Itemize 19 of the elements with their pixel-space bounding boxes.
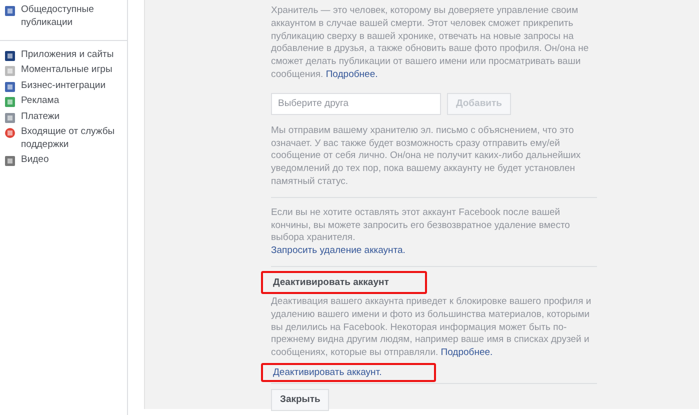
close-button[interactable]: Закрыть <box>271 388 330 411</box>
sidebar-item[interactable]: Платежи <box>4 110 127 124</box>
sidebar-item[interactable]: Бизнес-интеграции <box>4 80 127 92</box>
sidebar-item[interactable]: Общедоступные публикации <box>4 4 127 29</box>
legacy-contact-description: Хранитель — это человек, которому вы доверяете управление своим аккаунтом в случае вашей смерти. Этот человек сможет прикрепить публикацию сверху в вашей хронике, отвечать на новые запросы на добавление в друзья, а также обновить ваше фото профиля. Он/она не сможет делать публикации от вашего имени или просматривать ваши сообщения. Подробнее. <box>271 5 590 82</box>
deactivate-heading: Деактивировать аккаунт <box>261 270 427 294</box>
sidebar-item[interactable]: Входящие от службы поддержки <box>4 126 127 151</box>
notice-text: Мы отправим вашему хранителю эл. письмо с объяснением, что это означает. У вас также будет возможность сразу отправить ему/ей сообщение от себя лично. Он/она не получит каких-либо дальнейших уведомлений до тех пор, пока вашему аккаунту не будет установлен памятный статус. <box>271 124 582 189</box>
learn-more-link[interactable]: Подробнее. <box>440 347 493 358</box>
deletion-text: Если вы не хотите оставлять этот аккаунт Facebook после вашей кончины, вы можете запросить его безвозвратное удаление вместо выбора хранителя. <box>271 206 571 246</box>
sidebar-item[interactable]: Реклама <box>4 95 127 108</box>
sidebar-item[interactable]: Видео <box>4 154 127 166</box>
deactivate-description: Деактивация вашего аккаунта приведет к блокировке вашего профиля и удалению вашего имени и фото из большинства материалов, которыми вы делились на Facebook. Некоторая информация может быть по-прежнему видна другим людям, например ваше имя в списках друзей и сообщениях, которые вы отправляли. Подробнее. <box>271 296 592 360</box>
learn-more-link[interactable]: Подробнее. <box>326 68 378 80</box>
sidebar-item[interactable]: Приложения и сайты <box>4 48 127 62</box>
sidebar-item[interactable]: Моментальные игры <box>4 64 127 77</box>
friend-input-field[interactable]: Выберите друга <box>271 92 441 115</box>
request-deletion-link[interactable]: Запросить удаление аккаунта. <box>271 245 406 256</box>
deactivate-link[interactable]: Деактивировать аккаунт. <box>261 362 436 382</box>
